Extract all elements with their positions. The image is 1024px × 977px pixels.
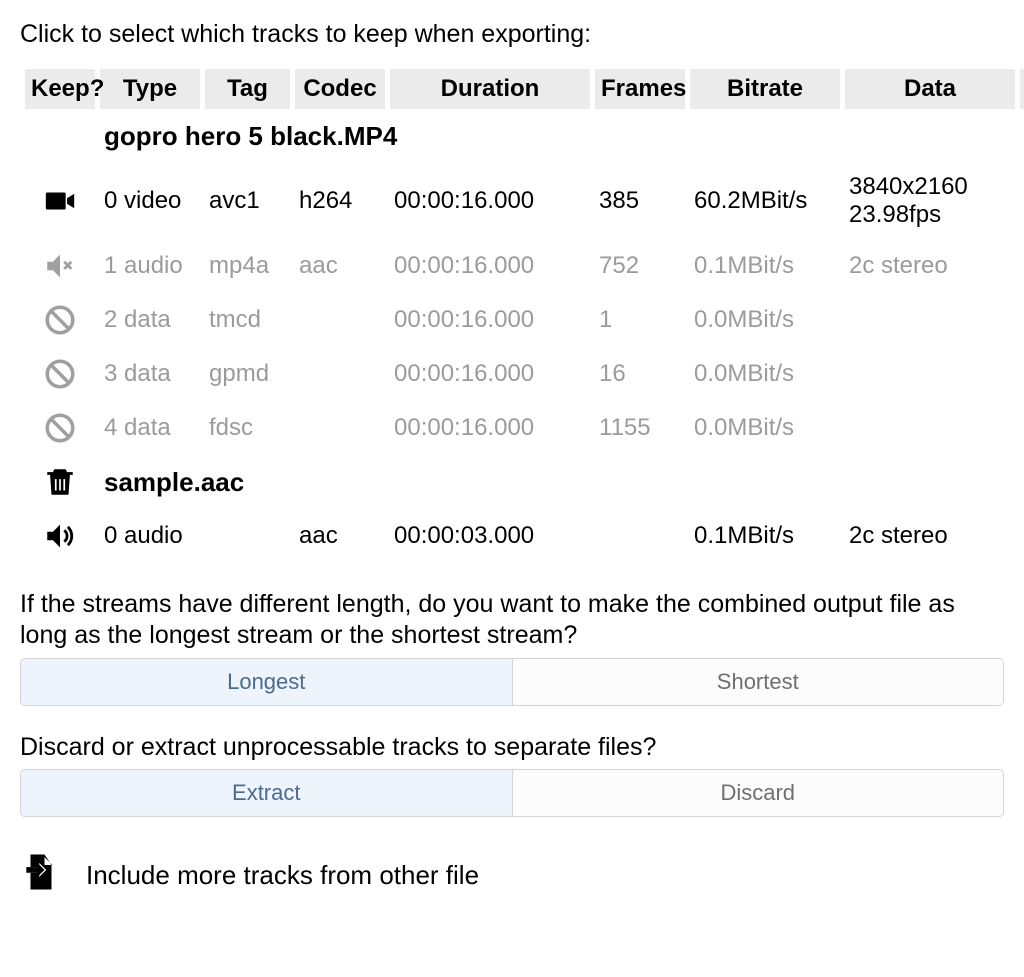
ban-icon[interactable] [25,347,95,401]
info-button[interactable]: i [1020,347,1024,401]
col-header-bitrate: Bitrate [690,69,840,109]
track-row: 0 audio aac00:00:03.000 0.1MBit/s2c stereo… [25,509,1024,563]
track-duration: 00:00:16.000 [390,347,590,401]
track-tag: avc1 [205,163,290,239]
track-data [845,293,1015,347]
file-import-icon [20,851,62,900]
track-type: 4 data [100,401,200,455]
file-row: sample.aaci [25,455,1024,509]
col-header-keep: Keep? [25,69,95,109]
track-codec [295,347,385,401]
track-codec: aac [295,239,385,293]
track-type: 2 data [100,293,200,347]
track-tag: tmcd [205,293,290,347]
track-bitrate: 0.1MBit/s [690,239,840,293]
track-tag: gpmd [205,347,290,401]
track-codec [295,401,385,455]
track-codec [295,293,385,347]
shortest-option[interactable]: Shortest [512,659,1004,705]
col-header-data: Data [845,69,1015,109]
track-frames: 385 [595,163,685,239]
info-button[interactable]: i [1020,455,1024,509]
include-more-label: Include more tracks from other file [86,860,479,891]
track-type: 1 audio [100,239,200,293]
track-tag [205,509,290,563]
track-bitrate: 0.0MBit/s [690,347,840,401]
track-data: 2c stereo [845,239,1015,293]
track-frames: 752 [595,239,685,293]
track-bitrate: 60.2MBit/s [690,163,840,239]
track-type: 0 audio [100,509,200,563]
audio-on-icon[interactable] [25,509,95,563]
track-bitrate: 0.0MBit/s [690,293,840,347]
track-frames: 16 [595,347,685,401]
track-codec: h264 [295,163,385,239]
video-icon[interactable] [25,163,95,239]
file-name: sample.aac [100,455,1015,509]
track-row: 2 datatmcd 00:00:16.00010.0MBit/s i [25,293,1024,347]
track-duration: 00:00:03.000 [390,509,590,563]
track-tag: fdsc [205,401,290,455]
col-header-info [1020,69,1024,109]
track-row: 0 videoavc1h26400:00:16.00038560.2MBit/s… [25,163,1024,239]
instruction-text: Click to select which tracks to keep whe… [20,20,1004,49]
extract-option[interactable]: Extract [21,770,512,816]
longest-option[interactable]: Longest [21,659,512,705]
track-row: 4 datafdsc 00:00:16.00011550.0MBit/s i [25,401,1024,455]
tracks-table: Keep? Type Tag Codec Duration Frames Bit… [20,69,1024,563]
track-frames: 1155 [595,401,685,455]
col-header-codec: Codec [295,69,385,109]
track-data: 3840x216023.98fps [845,163,1015,239]
include-more-button[interactable]: Include more tracks from other file [20,851,1004,900]
track-data [845,347,1015,401]
ban-icon[interactable] [25,293,95,347]
table-header-row: Keep? Type Tag Codec Duration Frames Bit… [25,69,1024,109]
trash-icon[interactable] [25,455,95,509]
track-codec: aac [295,509,385,563]
track-type: 0 video [100,163,200,239]
col-header-frames: Frames [595,69,685,109]
track-frames: 1 [595,293,685,347]
track-data: 2c stereo [845,509,1015,563]
track-row: 3 datagpmd 00:00:16.000160.0MBit/s i [25,347,1024,401]
track-duration: 00:00:16.000 [390,293,590,347]
audio-muted-icon[interactable] [25,239,95,293]
discard-option[interactable]: Discard [512,770,1004,816]
track-duration: 00:00:16.000 [390,239,590,293]
info-button[interactable]: i [1020,163,1024,239]
track-duration: 00:00:16.000 [390,401,590,455]
track-row: 1 audiomp4aaac00:00:16.0007520.1MBit/s2c… [25,239,1024,293]
discard-segmented: Extract Discard [20,769,1004,817]
info-button[interactable]: i [1020,109,1024,163]
discard-question: Discard or extract unprocessable tracks … [20,732,1004,763]
track-tag: mp4a [205,239,290,293]
track-duration: 00:00:16.000 [390,163,590,239]
col-header-duration: Duration [390,69,590,109]
info-button[interactable]: i [1020,401,1024,455]
track-frames [595,509,685,563]
track-type: 3 data [100,347,200,401]
info-button[interactable]: i [1020,239,1024,293]
col-header-type: Type [100,69,200,109]
col-header-tag: Tag [205,69,290,109]
info-button[interactable]: i [1020,293,1024,347]
ban-icon[interactable] [25,401,95,455]
track-bitrate: 0.0MBit/s [690,401,840,455]
length-question: If the streams have different length, do… [20,589,1004,652]
file-name: gopro hero 5 black.MP4 [100,109,1015,163]
file-row: gopro hero 5 black.MP4i [25,109,1024,163]
file-icon-empty [25,109,95,163]
track-bitrate: 0.1MBit/s [690,509,840,563]
length-segmented: Longest Shortest [20,658,1004,706]
track-data [845,401,1015,455]
info-button[interactable]: i [1020,509,1024,563]
